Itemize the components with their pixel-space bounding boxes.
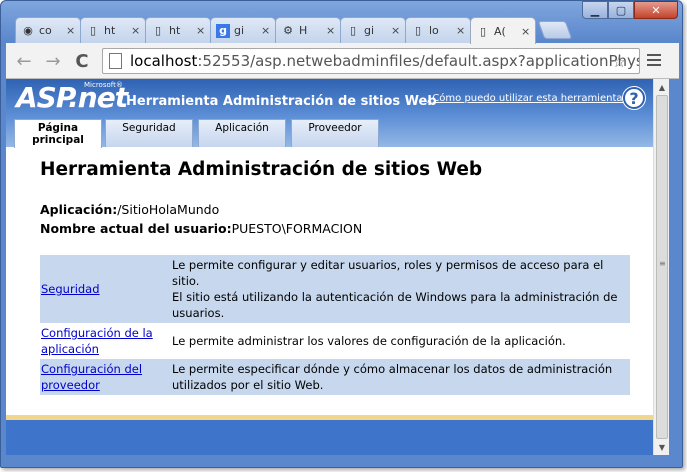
minimize-icon[interactable]: ▁: [582, 1, 608, 19]
page-viewport: ASP.net Microsoft® Herramienta Administr…: [6, 79, 653, 455]
tab-strip: ◉ co × ▯ ht × ▯ ht × g gi × ⚙ H × ▯ gi ×: [1, 1, 682, 44]
close-icon[interactable]: ×: [391, 24, 401, 37]
settings-icon: ⚙: [283, 24, 293, 37]
page-icon: ▯: [479, 24, 487, 38]
github-icon: ◉: [23, 24, 33, 37]
table-cell: Configuración de la aplicación: [40, 323, 171, 359]
close-icon[interactable]: ×: [456, 24, 466, 37]
app-config-link[interactable]: Configuración de la aplicación: [41, 326, 153, 356]
page-title: Herramienta Administración de sitios Web: [40, 159, 483, 180]
user-label: Nombre actual del usuario:: [40, 221, 232, 236]
window-controls: ▁ ▢ ✕: [582, 1, 678, 19]
provider-config-description: Le permite especificar dónde y cómo alma…: [172, 362, 613, 392]
tab-pagina-principal[interactable]: Página principal: [14, 119, 102, 148]
provider-config-link[interactable]: Configuración del proveedor: [41, 362, 142, 392]
asp-net-logo: ASP.net Microsoft®: [16, 81, 128, 114]
table-row: Configuración de la aplicación Le permit…: [40, 323, 630, 359]
new-tab-button[interactable]: [537, 21, 573, 39]
scroll-up-icon[interactable]: ▲: [654, 80, 670, 94]
security-auth-note: El sitio está utilizando la autenticació…: [172, 290, 618, 320]
security-link[interactable]: Seguridad: [41, 282, 100, 296]
app-value: /SitioHolaMundo: [117, 202, 220, 217]
site-header: ASP.net Microsoft® Herramienta Administr…: [6, 79, 653, 148]
close-icon[interactable]: ×: [261, 24, 271, 37]
security-description: Le permite configurar y editar usuarios,…: [172, 258, 604, 288]
browser-tab-5[interactable]: ⚙ H ×: [275, 17, 341, 43]
grip-icon: ≡: [659, 259, 666, 268]
table-row: Configuración del proveedor Le permite e…: [40, 359, 630, 395]
app-info: Aplicación:/SitioHolaMundo Nombre actual…: [40, 200, 630, 238]
bookmark-star-icon[interactable]: ☆: [612, 52, 626, 71]
features-table: Seguridad Le permite configurar y editar…: [40, 255, 630, 395]
reload-icon[interactable]: C: [72, 51, 92, 72]
close-icon[interactable]: ×: [521, 25, 531, 38]
browser-tab-7[interactable]: ▯ lo ×: [405, 17, 471, 43]
tab-seguridad[interactable]: Seguridad: [105, 119, 193, 147]
tab-title: co: [39, 24, 52, 37]
tab-title: ht: [169, 24, 181, 37]
browser-tab-6[interactable]: ▯ gi ×: [340, 17, 406, 43]
tab-title: H: [299, 24, 308, 37]
logo-microsoft: Microsoft®: [84, 81, 123, 89]
header-title: Herramienta Administración de sitios Web: [126, 94, 437, 109]
maximize-icon[interactable]: ▢: [608, 1, 634, 19]
address-bar[interactable]: localhost:52553/asp.netwebadminfiles/def…: [102, 48, 640, 74]
close-icon[interactable]: ×: [66, 24, 76, 37]
table-cell: Configuración del proveedor: [40, 359, 171, 395]
app-label: Aplicación:: [40, 202, 118, 217]
app-config-description: Le permite administrar los valores de co…: [172, 334, 566, 348]
menu-icon[interactable]: [646, 52, 662, 68]
browser-toolbar: ← → C localhost:52553/asp.netwebadminfil…: [6, 43, 679, 79]
tab-proveedor[interactable]: Proveedor: [291, 119, 379, 147]
table-cell: Seguridad: [40, 255, 171, 323]
back-icon[interactable]: ←: [14, 51, 34, 72]
vertical-scrollbar[interactable]: ▲ ≡ ▼: [653, 79, 669, 455]
page-icon: ▯: [349, 24, 357, 37]
close-icon[interactable]: ×: [131, 24, 141, 37]
url-path: :52553/asp.netwebadminfiles/default.aspx…: [197, 52, 640, 70]
document-icon: [109, 53, 122, 69]
browser-tab-1[interactable]: ◉ co ×: [15, 17, 81, 43]
tab-title: gi: [364, 24, 375, 37]
page-icon: ▯: [414, 24, 422, 37]
google-icon: g: [216, 23, 230, 38]
tab-aplicacion[interactable]: Aplicación: [198, 119, 286, 147]
close-icon[interactable]: ×: [196, 24, 206, 37]
help-link[interactable]: ¿Cómo puedo utilizar esta herramienta?: [427, 93, 628, 104]
tab-title: A(: [494, 24, 506, 38]
close-icon[interactable]: ×: [326, 24, 336, 37]
page-icon: ▯: [89, 24, 97, 37]
browser-tab-active[interactable]: ▯ A( ×: [470, 17, 536, 44]
table-cell: Le permite configurar y editar usuarios,…: [171, 255, 630, 323]
table-row: Seguridad Le permite configurar y editar…: [40, 255, 630, 323]
close-window-icon[interactable]: ✕: [634, 1, 678, 19]
page-icon: ▯: [154, 24, 162, 37]
help-icon[interactable]: ?: [623, 87, 645, 109]
browser-tab-3[interactable]: ▯ ht ×: [145, 17, 211, 43]
tab-title: ht: [104, 24, 116, 37]
browser-window: ◉ co × ▯ ht × ▯ ht × g gi × ⚙ H × ▯ gi ×: [0, 0, 683, 468]
tab-title: lo: [429, 24, 439, 37]
url-host: localhost: [130, 52, 198, 70]
tab-title: gi: [234, 24, 245, 37]
main-content: Herramienta Administración de sitios Web…: [40, 159, 630, 238]
user-value: PUESTO\FORMACION: [231, 221, 363, 236]
browser-tab-4[interactable]: g gi ×: [210, 17, 276, 43]
browser-tab-2[interactable]: ▯ ht ×: [80, 17, 146, 43]
scroll-down-icon[interactable]: ▼: [654, 440, 670, 454]
forward-icon[interactable]: →: [43, 51, 63, 72]
site-footer: [6, 420, 653, 455]
